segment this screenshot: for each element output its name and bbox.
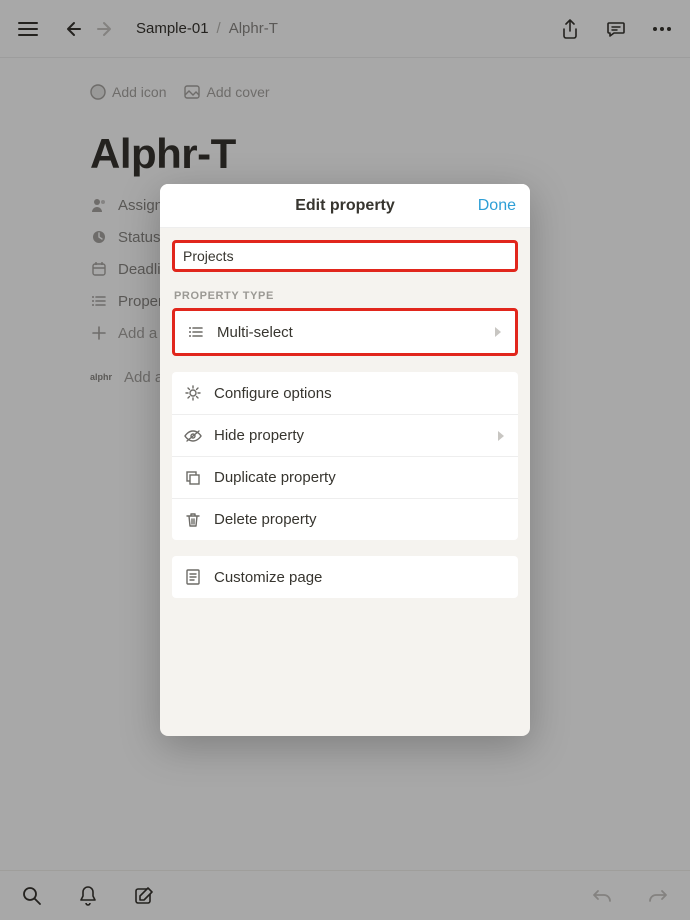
breadcrumb-root[interactable]: Sample-01: [136, 20, 209, 37]
property-assign-label: Assign: [118, 197, 163, 214]
modal-title: Edit property: [295, 197, 395, 215]
forward-button[interactable]: [92, 15, 120, 43]
duplicate-property-row[interactable]: Duplicate property: [172, 456, 518, 498]
compose-icon[interactable]: [130, 882, 158, 910]
notifications-icon[interactable]: [74, 882, 102, 910]
add-icon-button[interactable]: Add icon: [90, 84, 166, 100]
property-status-label: Status: [118, 229, 161, 246]
image-icon: [184, 85, 200, 99]
gear-icon: [184, 384, 202, 402]
person-icon: [90, 196, 108, 214]
hide-property-row[interactable]: Hide property: [172, 414, 518, 456]
property-actions-group: Configure options Hide property Duplicat…: [172, 372, 518, 540]
property-type-section-label: PROPERTY TYPE: [174, 290, 516, 302]
plus-icon: [90, 324, 108, 342]
duplicate-property-label: Duplicate property: [214, 469, 336, 486]
workspace-avatar: alphr: [90, 368, 112, 386]
topbar: Sample-01 / Alphr-T: [0, 0, 690, 58]
property-type-group: Multi-select: [172, 308, 518, 356]
property-type-label: Multi-select: [217, 324, 293, 341]
add-cover-button[interactable]: Add cover: [184, 84, 269, 100]
eye-off-icon: [184, 427, 202, 445]
customize-page-label: Customize page: [214, 569, 322, 586]
property-name-input[interactable]: [172, 240, 518, 272]
page-title[interactable]: Alphr-T: [90, 130, 600, 178]
breadcrumb-current[interactable]: Alphr-T: [229, 20, 278, 37]
customize-group: Customize page: [172, 556, 518, 598]
done-button[interactable]: Done: [478, 197, 516, 215]
redo-icon[interactable]: [644, 882, 672, 910]
duplicate-icon: [184, 469, 202, 487]
property-type-row[interactable]: Multi-select: [175, 311, 515, 353]
breadcrumb-separator: /: [217, 20, 221, 37]
menu-icon[interactable]: [14, 15, 42, 43]
undo-icon[interactable]: [588, 882, 616, 910]
page-icon: [184, 568, 202, 586]
more-icon[interactable]: [648, 15, 676, 43]
list-icon: [90, 292, 108, 310]
trash-icon: [184, 511, 202, 529]
comments-icon[interactable]: [602, 15, 630, 43]
add-cover-label: Add cover: [206, 84, 269, 100]
calendar-icon: [90, 260, 108, 278]
configure-options-row[interactable]: Configure options: [172, 372, 518, 414]
customize-page-row[interactable]: Customize page: [172, 556, 518, 598]
back-button[interactable]: [58, 15, 86, 43]
search-icon[interactable]: [18, 882, 46, 910]
edit-property-modal: Edit property Done PROPERTY TYPE Multi-s…: [160, 184, 530, 736]
emoji-icon: [90, 84, 106, 100]
configure-options-label: Configure options: [214, 385, 332, 402]
chevron-right-icon: [493, 326, 503, 338]
delete-property-row[interactable]: Delete property: [172, 498, 518, 540]
modal-header: Edit property Done: [160, 184, 530, 228]
delete-property-label: Delete property: [214, 511, 317, 528]
share-icon[interactable]: [556, 15, 584, 43]
status-icon: [90, 228, 108, 246]
add-icon-label: Add icon: [112, 84, 166, 100]
breadcrumb[interactable]: Sample-01 / Alphr-T: [136, 20, 278, 37]
bottombar: [0, 870, 690, 920]
chevron-right-icon: [496, 430, 506, 442]
multiselect-icon: [187, 323, 205, 341]
hide-property-label: Hide property: [214, 427, 304, 444]
